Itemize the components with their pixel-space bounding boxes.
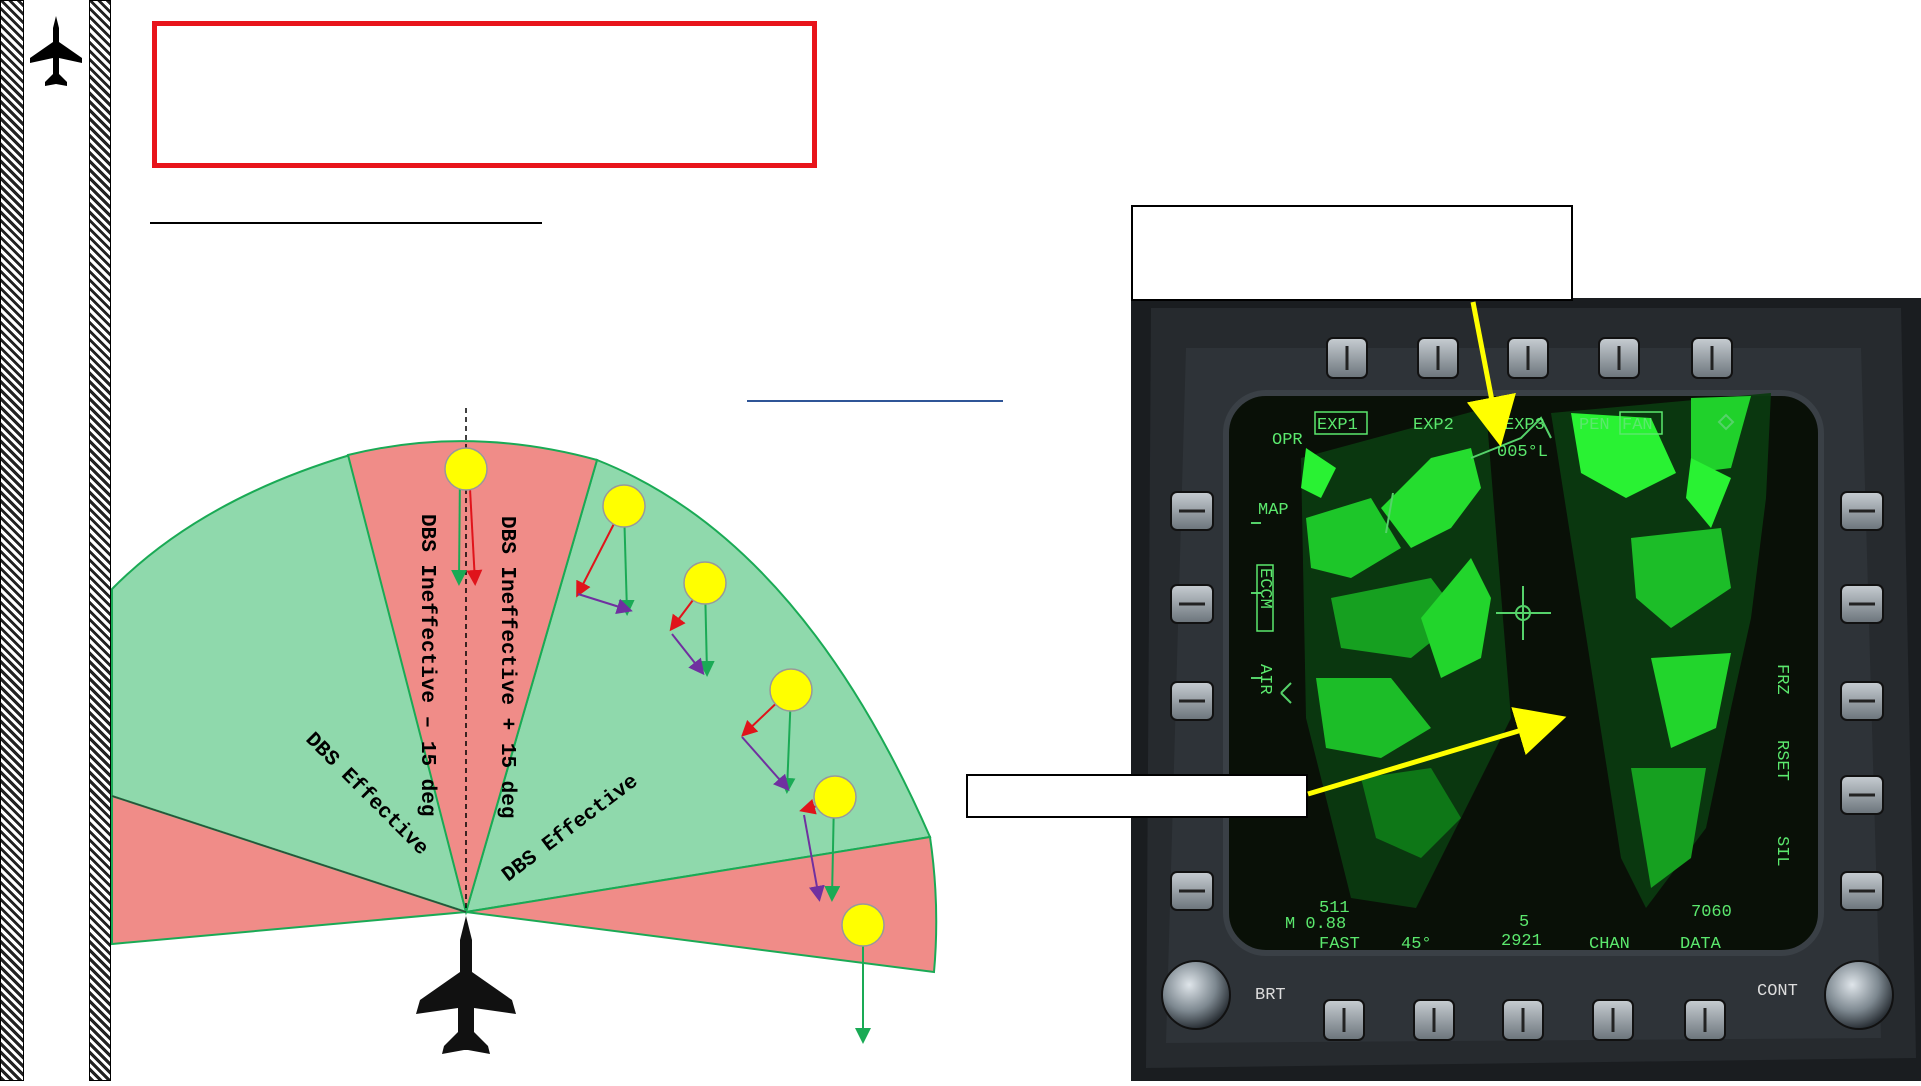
cont-label: CONT <box>1757 982 1798 1001</box>
label-ineffective-minus: DBS Ineffective – 15 deg <box>415 514 438 816</box>
osb-rset[interactable]: RSET <box>1772 740 1791 781</box>
osb-fast[interactable]: FAST <box>1319 935 1360 954</box>
callout-box-azimuth <box>1131 205 1573 301</box>
left-stripe-outer <box>0 0 24 1081</box>
opr-label: OPR <box>1272 431 1303 450</box>
osb-sil[interactable]: SIL <box>1772 836 1791 867</box>
osb-frz[interactable]: FRZ <box>1772 664 1791 695</box>
mach-readout: M 0.88 <box>1285 915 1346 934</box>
osb-exp2[interactable]: EXP2 <box>1413 416 1454 435</box>
osb-angle[interactable]: 45° <box>1401 935 1432 954</box>
heading-underline <box>150 222 542 224</box>
callout-box-notch <box>966 774 1308 818</box>
osb-map[interactable]: MAP <box>1258 501 1289 520</box>
osb-fan[interactable]: FAN <box>1622 416 1653 435</box>
osb-eccm[interactable]: ECCM <box>1255 568 1274 609</box>
osb-right-labels: FRZ RSET SIL <box>1772 664 1791 867</box>
brt-knob[interactable] <box>1161 960 1231 1030</box>
label-ineffective-plus: DBS Ineffective + 15 deg <box>495 516 518 818</box>
cont-knob[interactable] <box>1824 960 1894 1030</box>
ownship-jet-icon <box>416 916 516 1054</box>
osb-chan[interactable]: CHAN <box>1589 935 1630 954</box>
dbs-diagram: DBS Ineffective – 15 deg DBS Ineffective… <box>111 408 938 1054</box>
title-highlight-box <box>152 21 817 168</box>
azimuth-readout: 005°L <box>1497 443 1548 462</box>
osb-data[interactable]: DATA <box>1680 935 1722 954</box>
jet-logo-icon <box>27 14 85 94</box>
scale-readout: 5 <box>1519 913 1529 932</box>
osb-exp3[interactable]: EXP3 <box>1504 416 1545 435</box>
data-value: 7060 <box>1691 903 1732 922</box>
osb-pen[interactable]: PEN <box>1579 416 1610 435</box>
radar-mfd: EXP1 EXP2 EXP3 PEN FAN OPR 005°L MAP ECC… <box>1131 298 1921 1081</box>
target-6 <box>841 903 885 1044</box>
brt-label: BRT <box>1255 986 1286 1005</box>
osb-air[interactable]: AIR <box>1255 664 1274 695</box>
osb-exp1[interactable]: EXP1 <box>1317 416 1358 435</box>
altitude-readout: 2921 <box>1501 932 1542 951</box>
